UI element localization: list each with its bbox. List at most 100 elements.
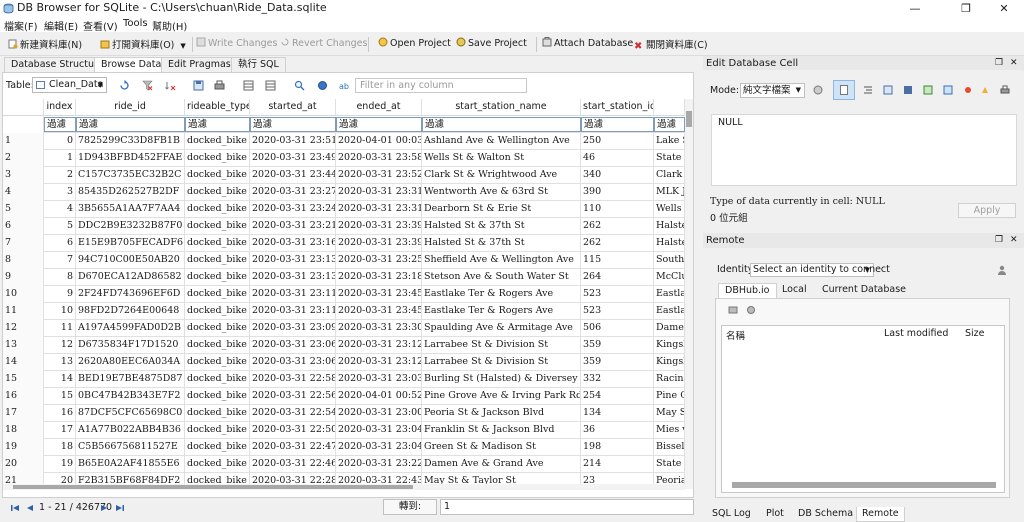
table-cell[interactable]: 7825299C33D8FB1B bbox=[76, 133, 185, 150]
table-cell[interactable]: Southp bbox=[654, 252, 685, 269]
table-cell[interactable]: Burling St (Halsted) & Diversey Pk… bbox=[422, 371, 581, 388]
table-cell[interactable]: 2020-03-31 23:04:00 bbox=[336, 422, 422, 439]
save-project-button[interactable]: Save Project bbox=[456, 37, 527, 52]
table-cell[interactable]: D670ECA12AD86582 bbox=[76, 269, 185, 286]
table-cell[interactable]: 2020-03-31 23:11:00 bbox=[250, 286, 336, 303]
table-row[interactable]: 18 17 A1A77B022ABB4B36 docked_bike 2020-03-3… bbox=[3, 422, 685, 439]
table-cell[interactable]: State S bbox=[654, 456, 685, 473]
table-cell[interactable]: 11 bbox=[44, 320, 76, 337]
word-wrap-button[interactable] bbox=[833, 80, 855, 100]
column-header-ended-at[interactable]: ended_at bbox=[336, 99, 422, 116]
row-number[interactable]: 3 bbox=[3, 167, 44, 184]
column-modified-header[interactable]: Last modified bbox=[884, 328, 948, 339]
table-cell[interactable]: 36 bbox=[581, 422, 654, 439]
table-cell[interactable]: Dearborn St & Erie St bbox=[422, 201, 581, 218]
table-cell[interactable]: Halste bbox=[654, 218, 685, 235]
column-header-start-station-name[interactable]: start_station_name bbox=[422, 99, 581, 116]
table-cell[interactable]: BED19E7BE4875D87 bbox=[76, 371, 185, 388]
table-cell[interactable]: docked_bike bbox=[185, 439, 250, 456]
table-cell[interactable]: 98FD2D7264E00648 bbox=[76, 303, 185, 320]
table-cell[interactable]: 2020-03-31 23:00:00 bbox=[336, 405, 422, 422]
table-cell[interactable]: Clark St & Wrightwood Ave bbox=[422, 167, 581, 184]
table-cell[interactable]: docked_bike bbox=[185, 133, 250, 150]
save-table-icon[interactable] bbox=[193, 80, 204, 91]
table-cell[interactable]: Ashland Ave & Wellington Ave bbox=[422, 133, 581, 150]
table-cell[interactable]: 359 bbox=[581, 354, 654, 371]
row-number[interactable]: 4 bbox=[3, 184, 44, 201]
table-cell[interactable]: 2020-03-31 23:58:00 bbox=[336, 150, 422, 167]
table-row[interactable]: 4 3 85435D262527B2DF docked_bike 2020-03-31 … bbox=[3, 184, 685, 201]
table-cell[interactable]: 14 bbox=[44, 371, 76, 388]
open-database-button[interactable]: 打開資料庫(O) ▼ bbox=[100, 37, 186, 52]
table-row[interactable]: 17 16 87DCF5CFC65698C0 docked_bike 2020-03-3… bbox=[3, 405, 685, 422]
column-header-started-at[interactable]: started_at bbox=[250, 99, 336, 116]
row-number[interactable]: 1 bbox=[3, 133, 44, 150]
table-cell[interactable]: docked_bike bbox=[185, 337, 250, 354]
table-cell[interactable]: Peoria St & Jackson Blvd bbox=[422, 405, 581, 422]
table-cell[interactable]: Bissell bbox=[654, 439, 685, 456]
table-cell[interactable]: 390 bbox=[581, 184, 654, 201]
table-cell[interactable]: 2020-03-31 23:12:00 bbox=[336, 337, 422, 354]
goto-button[interactable]: 轉到: bbox=[383, 499, 437, 515]
table-cell[interactable]: 2020-03-31 23:13:00 bbox=[250, 252, 336, 269]
table-cell[interactable]: 340 bbox=[581, 167, 654, 184]
tab-db-schema[interactable]: DB Schema bbox=[793, 507, 858, 522]
table-cell[interactable]: docked_bike bbox=[185, 167, 250, 184]
row-number[interactable]: 9 bbox=[3, 269, 44, 286]
table-cell[interactable]: Halsted St & 37th St bbox=[422, 235, 581, 252]
write-changes-button[interactable]: Write Changes bbox=[196, 37, 277, 52]
table-row[interactable]: 10 9 2F24FD743696EF6D docked_bike 2020-03-31… bbox=[3, 286, 685, 303]
table-row[interactable]: 6 5 DDC2B9E3232B87F0 docked_bike 2020-03-31 … bbox=[3, 218, 685, 235]
set-null-icon[interactable] bbox=[963, 85, 973, 95]
table-cell[interactable]: 2020-03-31 23:51:00 bbox=[250, 133, 336, 150]
table-cell[interactable]: 2020-03-31 23:16:00 bbox=[250, 235, 336, 252]
table-cell[interactable]: 16 bbox=[44, 405, 76, 422]
row-number[interactable]: 6 bbox=[3, 218, 44, 235]
table-cell[interactable]: docked_bike bbox=[185, 218, 250, 235]
row-number[interactable]: 10 bbox=[3, 286, 44, 303]
row-number[interactable]: 14 bbox=[3, 354, 44, 371]
table-cell[interactable]: 46 bbox=[581, 150, 654, 167]
column-filter-input[interactable]: 過濾 bbox=[44, 117, 76, 132]
float-panel-icon[interactable]: ❐ bbox=[995, 56, 1003, 71]
table-cell[interactable]: 13 bbox=[44, 354, 76, 371]
table-cell[interactable]: 2020-03-31 22:46:00 bbox=[250, 456, 336, 473]
table-cell[interactable]: 250 bbox=[581, 133, 654, 150]
table-cell[interactable]: Wentworth Ave & 63rd St bbox=[422, 184, 581, 201]
table-cell[interactable]: Halsted St & 37th St bbox=[422, 218, 581, 235]
table-cell[interactable]: docked_bike bbox=[185, 252, 250, 269]
table-cell[interactable]: 262 bbox=[581, 218, 654, 235]
clone-icon[interactable] bbox=[746, 305, 756, 315]
open-project-button[interactable]: Open Project bbox=[378, 37, 451, 52]
table-row[interactable]: 9 8 D670ECA12AD86582 docked_bike 2020-03-31 … bbox=[3, 269, 685, 286]
table-cell[interactable]: docked_bike bbox=[185, 303, 250, 320]
erase-icon[interactable] bbox=[980, 85, 990, 95]
row-number[interactable]: 16 bbox=[3, 388, 44, 405]
table-cell[interactable]: 523 bbox=[581, 303, 654, 320]
table-cell[interactable]: 2020-03-31 23:09:00 bbox=[250, 320, 336, 337]
table-cell[interactable]: 87DCF5CFC65698C0 bbox=[76, 405, 185, 422]
cell-editor[interactable]: NULL bbox=[711, 114, 1017, 186]
table-cell[interactable]: Wells bbox=[654, 201, 685, 218]
menu-edit[interactable]: 編輯(E) bbox=[44, 18, 78, 33]
table-cell[interactable]: Eastlak bbox=[654, 303, 685, 320]
export-icon[interactable] bbox=[903, 85, 913, 95]
table-cell[interactable]: Eastlake Ter & Rogers Ave bbox=[422, 303, 581, 320]
tab-execute-sql[interactable]: 執行 SQL bbox=[231, 57, 286, 72]
table-cell[interactable]: 2020-03-31 23:03:00 bbox=[336, 371, 422, 388]
table-cell[interactable]: 2020-03-31 23:21:00 bbox=[250, 218, 336, 235]
table-cell[interactable]: 2020-04-01 00:52:00 bbox=[336, 388, 422, 405]
table-cell[interactable]: Damer bbox=[654, 320, 685, 337]
mode-select[interactable]: 純文字檔案 ▼ bbox=[740, 83, 805, 98]
table-row[interactable]: 14 13 2620A80EEC6A034A docked_bike 2020-03-3… bbox=[3, 354, 685, 371]
column-filter-input[interactable]: 過濾 bbox=[581, 117, 654, 132]
column-filter-input[interactable]: 過濾 bbox=[336, 117, 422, 132]
table-cell[interactable]: 2020-03-31 23:11:00 bbox=[250, 303, 336, 320]
table-cell[interactable]: Eastlake Ter & Rogers Ave bbox=[422, 286, 581, 303]
table-cell[interactable]: 2020-03-31 23:31:00 bbox=[336, 201, 422, 218]
table-cell[interactable]: B65E0A2AF41855E6 bbox=[76, 456, 185, 473]
table-cell[interactable]: Pine Grove Ave & Irving Park Rd bbox=[422, 388, 581, 405]
last-page-icon[interactable] bbox=[115, 503, 125, 513]
table-cell[interactable]: 2020-03-31 22:54:00 bbox=[250, 405, 336, 422]
table-row[interactable]: 1 0 7825299C33D8FB1B docked_bike 2020-03-31 … bbox=[3, 133, 685, 150]
